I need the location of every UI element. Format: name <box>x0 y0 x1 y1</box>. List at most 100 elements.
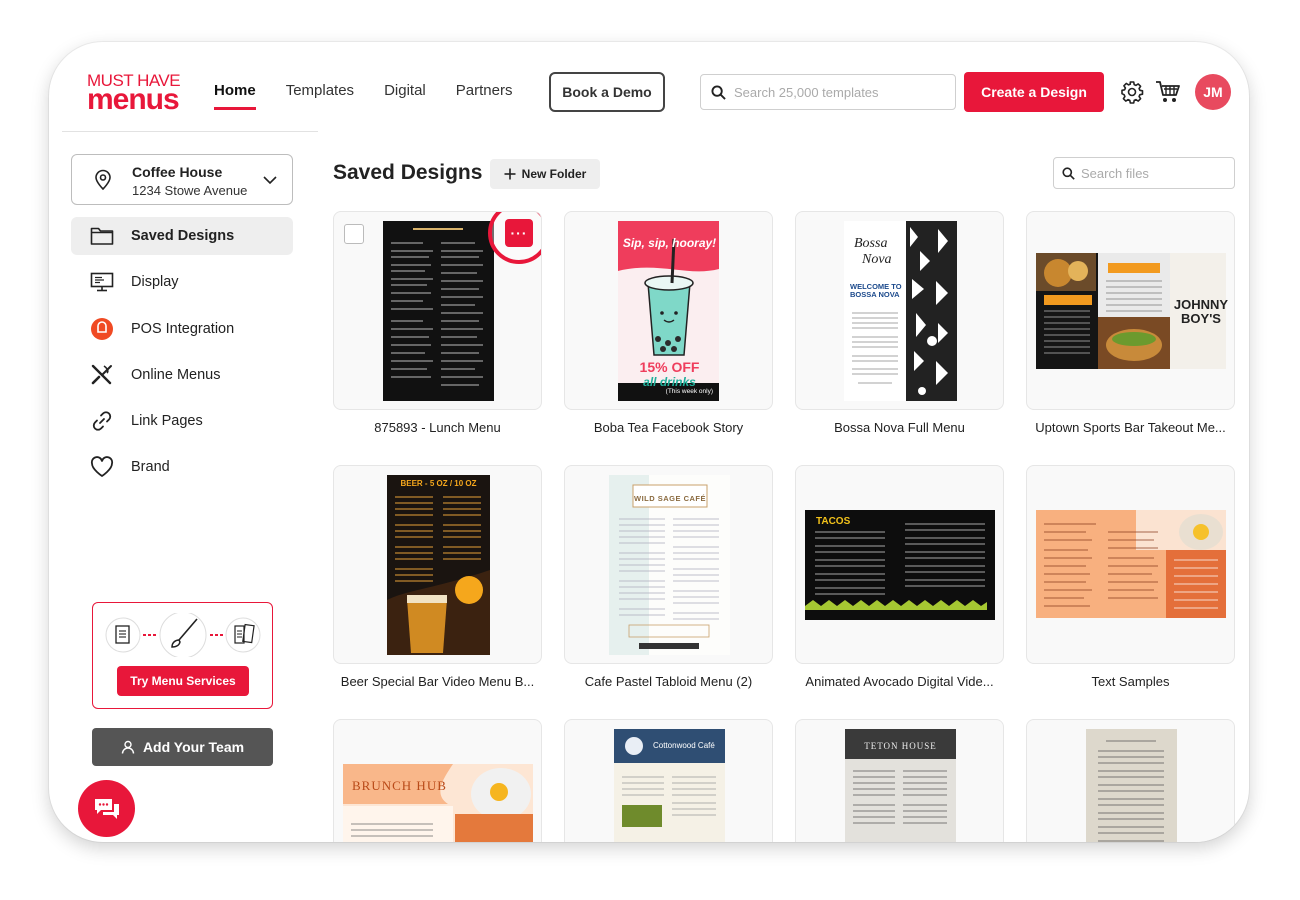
heart-icon <box>89 456 115 478</box>
more-options-button[interactable]: ··· <box>505 219 533 247</box>
design-title[interactable]: Bossa Nova Full Menu <box>795 420 1004 435</box>
add-your-team-label: Add Your Team <box>142 739 245 755</box>
design-card[interactable]: BRUNCH HUB <box>333 719 542 842</box>
design-card[interactable]: TETON HOUSE <box>795 719 1004 842</box>
thumbnail-image <box>387 475 490 655</box>
plus-icon <box>504 168 516 180</box>
sidebar-item-brand[interactable]: Brand <box>71 448 293 486</box>
design-thumbnail[interactable]: Bossa Nova WELCOME TO BOSSA NOVA <box>795 211 1004 410</box>
more-options-highlight: ··· <box>488 212 541 264</box>
design-thumbnail[interactable]: ··· <box>333 211 542 410</box>
thumbnail-image: Bossa Nova <box>844 221 957 401</box>
new-folder-label: New Folder <box>521 167 587 181</box>
design-title[interactable]: Boba Tea Facebook Story <box>564 420 773 435</box>
avatar[interactable]: JM <box>1195 74 1231 110</box>
design-thumbnail[interactable]: TACOS <box>795 465 1004 664</box>
design-card[interactable]: ··· 875893 - Lunch Menu <box>333 211 542 435</box>
top-header: MUST HAVE menus Home Templates Digital P… <box>49 42 1249 132</box>
design-title[interactable]: Text Samples <box>1026 674 1235 689</box>
select-checkbox[interactable] <box>344 224 364 244</box>
boba-note: (This week only) <box>665 388 713 395</box>
design-title[interactable]: Animated Avocado Digital Vide... <box>795 674 1004 689</box>
nav-home[interactable]: Home <box>214 82 256 110</box>
design-thumbnail[interactable]: BEER - 5 OZ / 10 OZ <box>333 465 542 664</box>
svg-text:Bossa: Bossa <box>854 236 887 251</box>
design-card[interactable]: Sip, sip, hooray! 15% OFF all drinks (Th… <box>564 211 773 435</box>
location-address: 1234 Stowe Avenue <box>132 183 248 198</box>
menu-services-promo: Try Menu Services <box>92 602 273 709</box>
logo-line-2: menus <box>87 83 180 116</box>
design-thumbnail[interactable]: TETON HOUSE <box>795 719 1004 842</box>
design-title[interactable]: 875893 - Lunch Menu <box>333 420 542 435</box>
menu-services-illustration <box>105 613 261 657</box>
design-card[interactable]: BEER - 5 OZ / 10 OZ Beer Special Bar Vid… <box>333 465 542 689</box>
chat-button[interactable] <box>78 780 135 837</box>
link-icon <box>89 410 115 432</box>
gear-icon[interactable] <box>1120 80 1144 104</box>
utensils-icon <box>89 364 115 386</box>
design-card[interactable]: Cottonwood Café <box>564 719 773 842</box>
design-title[interactable]: Beer Special Bar Video Menu B... <box>333 674 542 689</box>
sidebar-item-online-menus[interactable]: Online Menus <box>71 356 293 394</box>
sidebar-item-pos-integration[interactable]: POS Integration <box>71 310 293 348</box>
page-title: Saved Designs <box>333 161 483 184</box>
thumbnail-image <box>1086 729 1177 842</box>
design-card[interactable] <box>1026 719 1235 842</box>
sidebar-item-label: Link Pages <box>131 413 203 430</box>
nav-digital[interactable]: Digital <box>384 82 426 110</box>
sidebar-item-label: Display <box>131 274 179 291</box>
sidebar-item-display[interactable]: Display <box>71 263 293 301</box>
sports-brand: JOHNNY BOY'S <box>1173 297 1229 326</box>
design-thumbnail[interactable]: WILD SAGE CAFÉ <box>564 465 773 664</box>
try-menu-services-button[interactable]: Try Menu Services <box>117 666 249 696</box>
template-search-input[interactable] <box>734 84 944 100</box>
design-thumbnail[interactable]: Sip, sip, hooray! 15% OFF all drinks (Th… <box>564 211 773 410</box>
logo[interactable]: MUST HAVE menus <box>87 72 191 115</box>
design-title[interactable]: Cafe Pastel Tabloid Menu (2) <box>564 674 773 689</box>
brunch-heading: BRUNCH HUB <box>352 778 447 793</box>
cart-icon[interactable] <box>1155 80 1181 104</box>
cottonwood-heading: Cottonwood Café <box>653 741 715 750</box>
template-search[interactable] <box>700 74 956 110</box>
boba-offer: 15% OFF <box>639 359 700 375</box>
pos-icon <box>89 317 115 340</box>
location-selector[interactable]: Coffee House 1234 Stowe Avenue <box>71 154 293 205</box>
design-card[interactable]: Bossa Nova WELCOME TO BOSSA NOVA Bossa N… <box>795 211 1004 435</box>
tacos-heading: TACOS <box>816 516 851 527</box>
boba-promo-text: Sip, sip, hooray! <box>622 236 717 250</box>
design-card[interactable]: WILD SAGE CAFÉ Cafe Pastel Tabloid Menu … <box>564 465 773 689</box>
location-name: Coffee House <box>132 164 223 180</box>
sidebar-item-saved-designs[interactable]: Saved Designs <box>71 217 293 255</box>
header-divider <box>62 131 318 132</box>
main-nav: Home Templates Digital Partners <box>214 82 542 110</box>
display-icon <box>89 271 115 293</box>
boba-offer-sub: all drinks <box>643 375 696 389</box>
nav-partners[interactable]: Partners <box>456 82 513 110</box>
design-thumbnail[interactable] <box>1026 465 1235 664</box>
sidebar-item-link-pages[interactable]: Link Pages <box>71 402 293 440</box>
sidebar-nav: Saved Designs Display POS Integration On… <box>71 217 293 495</box>
sidebar-item-label: POS Integration <box>131 320 235 337</box>
book-demo-button[interactable]: Book a Demo <box>549 72 665 112</box>
add-your-team-button[interactable]: Add Your Team <box>92 728 273 766</box>
teton-heading: TETON HOUSE <box>864 741 937 751</box>
design-thumbnail[interactable] <box>1026 719 1235 842</box>
folder-icon <box>89 225 115 247</box>
sidebar-item-label: Saved Designs <box>131 228 235 244</box>
file-search-input[interactable] <box>1081 165 1231 181</box>
design-thumbnail[interactable]: BRUNCH HUB <box>333 719 542 842</box>
design-card[interactable]: TACOS Animated Avocado Digital Vide... <box>795 465 1004 689</box>
design-card[interactable]: JOHNNY BOY'S Uptown Sports Bar Takeout M… <box>1026 211 1235 435</box>
new-folder-button[interactable]: New Folder <box>490 159 600 189</box>
location-pin-icon <box>95 169 111 191</box>
beer-heading: BEER - 5 OZ / 10 OZ <box>400 479 477 488</box>
chat-icon <box>94 798 119 819</box>
nav-templates[interactable]: Templates <box>286 82 354 110</box>
file-search[interactable] <box>1053 157 1235 189</box>
design-title[interactable]: Uptown Sports Bar Takeout Me... <box>1026 420 1235 435</box>
create-design-button[interactable]: Create a Design <box>964 72 1104 112</box>
design-thumbnail[interactable]: Cottonwood Café <box>564 719 773 842</box>
design-card[interactable]: Text Samples <box>1026 465 1235 689</box>
design-thumbnail[interactable]: JOHNNY BOY'S <box>1026 211 1235 410</box>
thumbnail-image <box>343 764 533 842</box>
